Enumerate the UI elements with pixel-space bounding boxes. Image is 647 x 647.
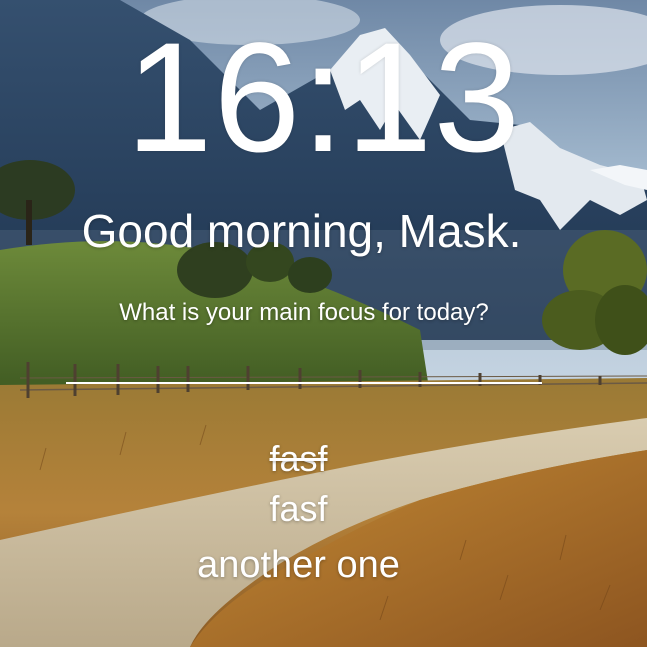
- greeting-text: Good morning, Mask.: [81, 205, 522, 257]
- dashboard-overlay: 16:13 Good morning, Mask. What is your m…: [0, 0, 647, 647]
- todo-item-completed[interactable]: fasf: [0, 434, 597, 484]
- todo-item[interactable]: fasf: [0, 484, 597, 534]
- clock-time: 16:13: [125, 11, 522, 185]
- focus-question: What is your main focus for today?: [119, 299, 489, 326]
- todo-item[interactable]: another one: [0, 534, 597, 596]
- todo-list: fasf fasf another one: [0, 434, 597, 596]
- focus-input[interactable]: [66, 342, 542, 384]
